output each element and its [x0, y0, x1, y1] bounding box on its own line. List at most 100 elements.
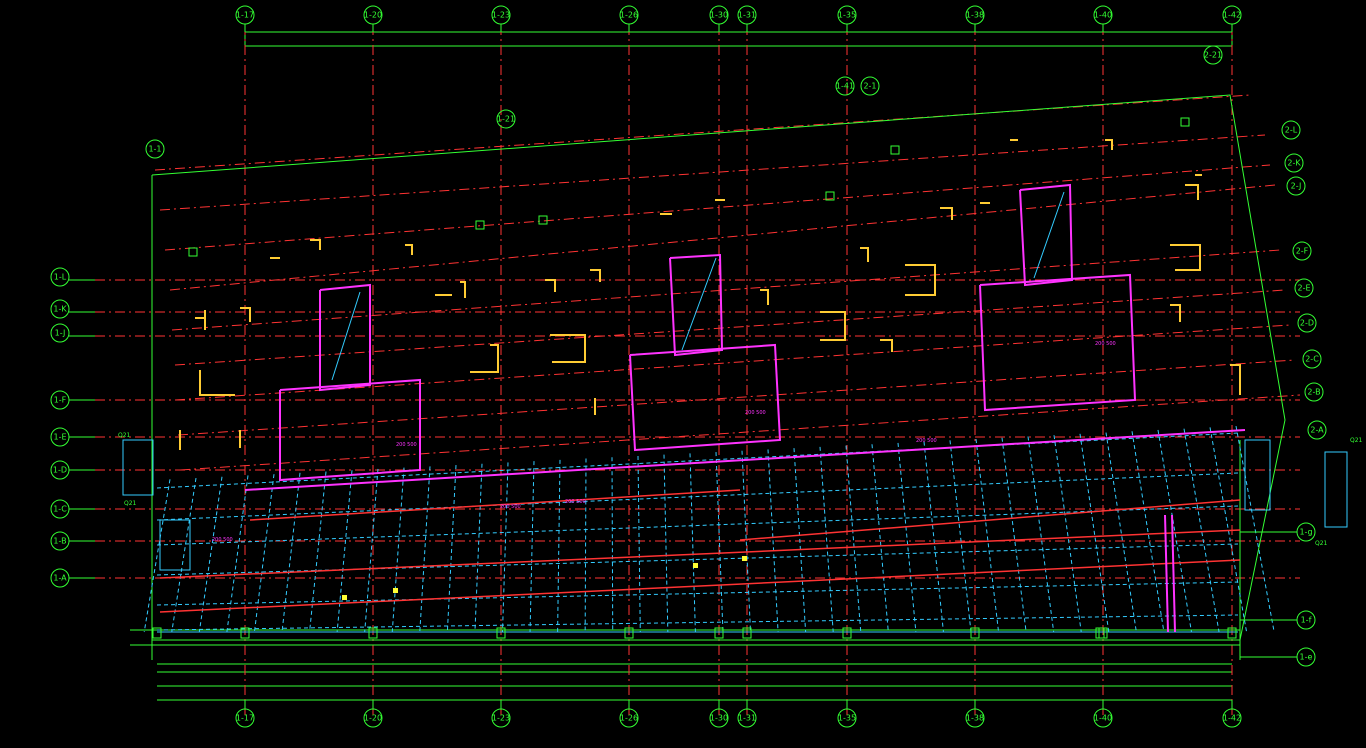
axis-bubble-label: 2-1 [863, 82, 876, 91]
left-axis-bubble: 1-A [50, 568, 70, 588]
axis-bubble-label: 1-E [53, 433, 66, 442]
oblique-axis-bubble: 1-41 [835, 76, 855, 96]
axis-bubble-label: 1-A [53, 574, 67, 583]
axis-bubble-label: 1-f [1301, 616, 1312, 625]
axis-bubble-label: 2-L [1285, 126, 1298, 135]
beam-line [1001, 437, 1027, 633]
beam-line [156, 505, 1239, 546]
beam-line [871, 444, 889, 633]
column-outline [545, 279, 556, 292]
beam-line [446, 465, 457, 633]
beam-line [819, 446, 834, 633]
column-outline [310, 239, 321, 250]
right-side-detail [1244, 439, 1348, 528]
beam-line [253, 474, 275, 633]
axis-bubble-label: 2-J [1291, 182, 1302, 191]
right-axis-bubble: 1-g [1296, 522, 1316, 542]
axis-bubble-label: 1-23 [492, 11, 510, 20]
right-axis-bubble: 2-J [1286, 176, 1306, 196]
beam-line [143, 479, 171, 633]
top-axis-bubble: 1-35 [837, 5, 857, 25]
top-dimension-chain [244, 28, 1233, 52]
axis-bubble-label: 1-40 [1094, 11, 1112, 20]
axis-bubble-label: 2-B [1307, 388, 1320, 397]
left-axis-bubble: 1-J [50, 323, 70, 343]
annotation-label: 200 500 [745, 410, 766, 416]
beam-line [975, 438, 1000, 633]
axis-bubble-label: 2-C [1305, 355, 1319, 364]
column-outline [1170, 304, 1181, 322]
top-axis-bubble: 1-40 [1093, 5, 1113, 25]
axis-bubbles: 1-17 1-20 1-23 1-26 1-30 1-31 1-35 1-38 1-40 1-42… [50, 5, 1327, 728]
annotation-label: 200 500 [565, 499, 586, 505]
column-outline [470, 344, 499, 373]
axis-bubble-label: 1-20 [364, 714, 382, 723]
beam-line [364, 468, 379, 633]
axis-bubble-label: 1-42 [1223, 11, 1241, 20]
axis-bubble-label: 1-23 [492, 714, 510, 723]
column-box [188, 247, 198, 257]
top-axis-bubble: 1-31 [737, 5, 757, 25]
oblique-axis-bubble: 2-1 [860, 76, 880, 96]
column-outline [199, 370, 235, 396]
beam-line [793, 448, 807, 633]
axis-bubble-label: 1-K [53, 305, 67, 314]
beam-line [156, 614, 1239, 631]
column-outline [460, 281, 466, 298]
beam-line [663, 454, 669, 633]
left-axis-bubble: 1-F [50, 390, 70, 410]
beam-line [1053, 435, 1082, 633]
beam-line [1209, 427, 1248, 633]
beam-line [1183, 428, 1220, 633]
top-axis-bubble: 1-30 [709, 5, 729, 25]
right-axis-bubble: 2-K [1284, 153, 1304, 173]
beam-line [845, 445, 862, 633]
beam-line [611, 457, 614, 633]
axis-bubble-label: 1-D [53, 466, 67, 475]
axis-bubble-label: 1-1 [148, 145, 161, 154]
axis-bubble-label: 1-38 [966, 11, 984, 20]
axis-bubble-label: 1-42 [1223, 714, 1241, 723]
left-axis-bubble: 1-B [50, 531, 70, 551]
right-axis-bubble: 2-L [1281, 120, 1301, 140]
right-axis-bubble: 2-F [1292, 241, 1312, 261]
axis-bubble-label: 1-g [1299, 528, 1312, 537]
right-axis-bubble: 2-D [1297, 313, 1317, 333]
annotation-label: 200 500 [500, 504, 521, 510]
axis-bubble-label: 1-20 [364, 11, 382, 20]
right-axis-bubble: 2-C [1302, 349, 1322, 369]
axis-bubble-label: 2-21 [1204, 51, 1222, 60]
beam-line [391, 467, 405, 633]
structural-plan-drawing: 200 500 200 500 200 500 200 500 200 500 … [50, 5, 1363, 728]
axis-bubble-label: 1-31 [738, 11, 756, 20]
shear-walls [244, 183, 1246, 633]
annotation-label: 200 500 [1095, 341, 1116, 347]
axis-bubble-label: 1-21 [497, 115, 515, 124]
column-outline [860, 247, 869, 262]
oblique-axis-bubble: 1-1 [145, 139, 165, 159]
cad-drawing-canvas[interactable]: 200 500 200 500 200 500 200 500 200 500 … [0, 0, 1366, 744]
axis-bubble-label: 2-A [1310, 426, 1324, 435]
side-label: Q21 [1350, 437, 1363, 444]
axis-bubble-label: 1-40 [1094, 714, 1112, 723]
top-axis-bubble: 1-17 [235, 5, 255, 25]
beam-line [501, 462, 509, 633]
column-box [538, 215, 548, 225]
lower-beam-grid [143, 425, 1275, 633]
axis-bubble-label: 2-D [1300, 319, 1314, 328]
axis-bubble-label: 2-K [1287, 159, 1301, 168]
axis-bubble-label: 1-38 [966, 714, 984, 723]
beam-line [159, 559, 1241, 613]
beam-line [584, 458, 587, 633]
beam-line [637, 455, 641, 633]
beam-line [689, 453, 696, 633]
top-axis-bubble: 1-26 [619, 5, 639, 25]
column-outline [405, 244, 413, 255]
axis-bubble-label: 1-L [54, 273, 67, 282]
side-label: Q21 [1315, 540, 1328, 547]
column-box [890, 145, 900, 155]
beam-line [281, 472, 301, 633]
axis-bubble-label: 1-41 [836, 82, 854, 91]
side-label: Q21 [124, 500, 137, 507]
axis-bubble-label: 1-31 [738, 714, 756, 723]
